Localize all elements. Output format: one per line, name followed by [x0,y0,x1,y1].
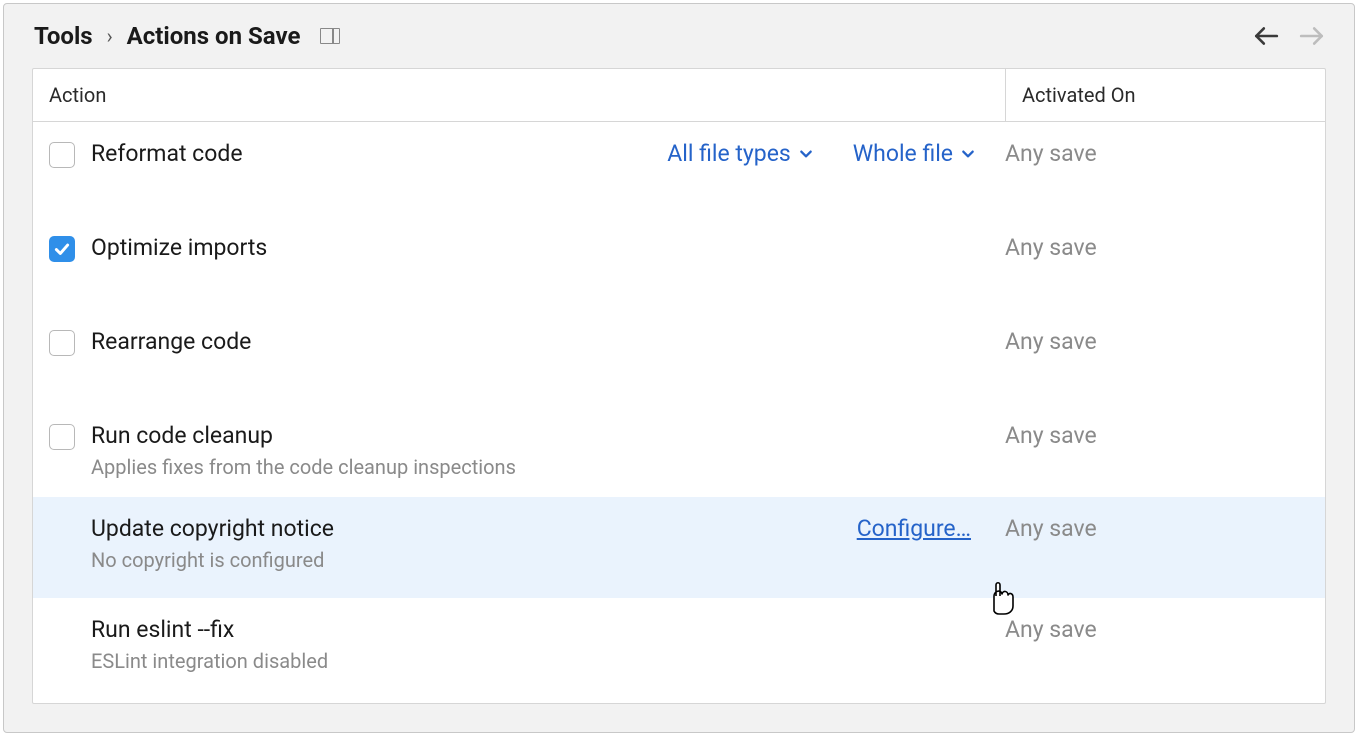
sub-code-cleanup: Applies fixes from the code cleanup insp… [91,455,989,479]
row-copyright: Update copyright notice No copyright is … [33,497,1325,598]
row-eslint: Run eslint --fix ESLint integration disa… [33,598,1325,691]
activated-optimize-imports: Any save [989,234,1309,261]
nav-forward-button[interactable] [1298,24,1326,48]
nav-controls [1252,24,1326,48]
check-icon [53,240,71,258]
checkbox-rearrange-code[interactable] [49,330,75,356]
checkbox-code-cleanup[interactable] [49,424,75,450]
sub-eslint: ESLint integration disabled [91,649,989,673]
checkbox-reformat-code[interactable] [49,142,75,168]
actions-table: Action Activated On Reformat code All fi… [32,68,1326,704]
label-reformat-code: Reformat code [91,140,667,167]
label-eslint: Run eslint --fix [91,616,989,643]
activated-reformat-code: Any save [989,140,1309,167]
dropdown-file-types-label: All file types [667,140,791,167]
activated-rearrange-code: Any save [989,328,1309,355]
breadcrumb-current: Actions on Save [127,22,301,50]
activated-code-cleanup: Any save [989,422,1309,449]
breadcrumb: Tools › Actions on Save [34,22,300,50]
layout-icon[interactable] [320,28,340,44]
checkbox-optimize-imports[interactable] [49,236,75,262]
label-copyright: Update copyright notice [91,515,857,542]
dropdown-scope[interactable]: Whole file [853,140,975,167]
chevron-down-icon [799,147,813,161]
activated-eslint: Any save [989,616,1309,643]
row-optimize-imports: Optimize imports Any save [33,216,1325,310]
header: Tools › Actions on Save [4,4,1354,68]
activated-copyright: Any save [989,515,1309,542]
label-optimize-imports: Optimize imports [91,234,989,261]
dropdown-file-types[interactable]: All file types [667,140,813,167]
col-action: Action [33,69,1005,121]
breadcrumb-sep-icon: › [107,24,113,48]
row-code-cleanup: Run code cleanup Applies fixes from the … [33,404,1325,497]
breadcrumb-parent[interactable]: Tools [34,22,93,50]
nav-back-button[interactable] [1252,24,1280,48]
settings-window: Tools › Actions on Save Action Activated… [3,3,1355,733]
label-rearrange-code: Rearrange code [91,328,989,355]
col-activated: Activated On [1005,69,1325,121]
sub-copyright: No copyright is configured [91,548,857,572]
dropdown-scope-label: Whole file [853,140,953,167]
label-code-cleanup: Run code cleanup [91,422,989,449]
table-header: Action Activated On [33,69,1325,122]
chevron-down-icon [961,147,975,161]
row-reformat-code: Reformat code All file types Whole file … [33,122,1325,216]
row-rearrange-code: Rearrange code Any save [33,310,1325,404]
link-configure-copyright[interactable]: Configure… [857,515,975,542]
